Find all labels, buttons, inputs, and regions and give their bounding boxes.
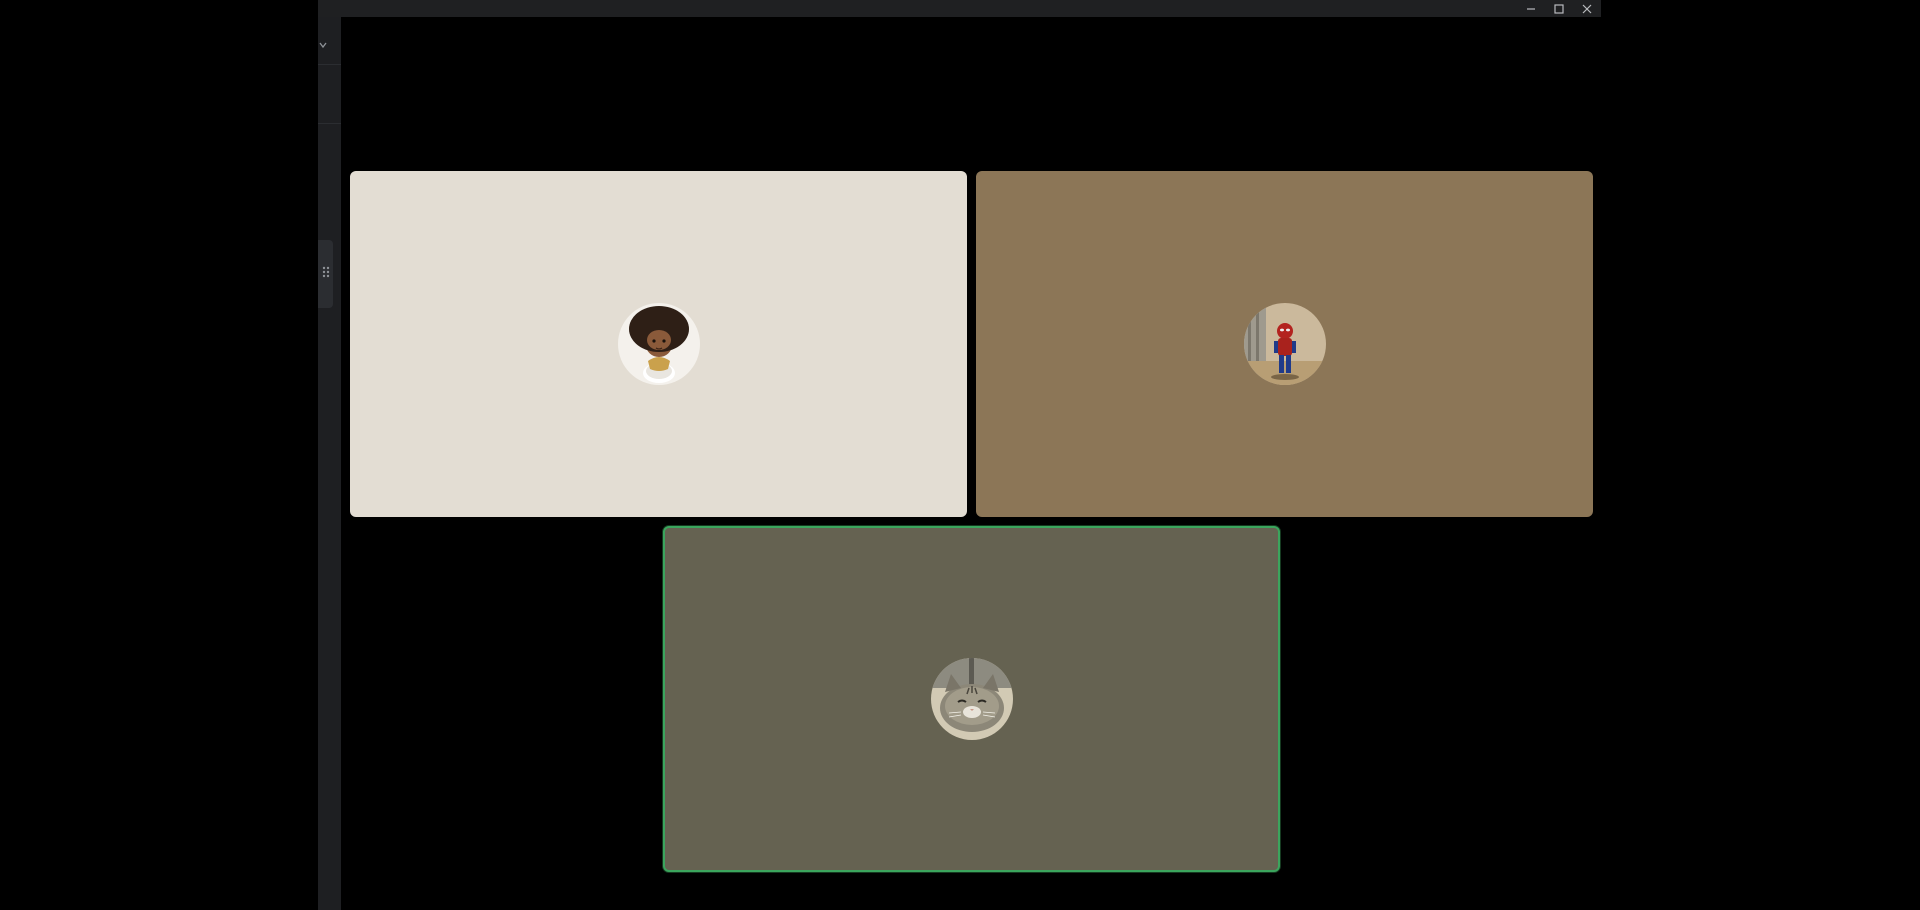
rail-divider [318, 123, 341, 124]
afro-doll-avatar [617, 303, 700, 385]
drag-handle-icon [321, 260, 331, 289]
maximize-icon [1553, 3, 1565, 15]
close-icon [1581, 3, 1593, 15]
cat-avatar [930, 658, 1013, 740]
sidebar-toggle-button[interactable] [318, 240, 333, 308]
spiderman-toy-avatar [1243, 303, 1326, 385]
chevron-down-icon[interactable] [318, 37, 328, 49]
minimize-icon [1525, 3, 1537, 15]
sidebar-rail [318, 17, 341, 910]
rail-divider [318, 64, 341, 65]
participant-tile[interactable] [663, 526, 1280, 872]
maximize-button[interactable] [1545, 0, 1573, 17]
title-bar [318, 0, 1601, 17]
participant-tile[interactable] [350, 171, 967, 517]
window-controls [1517, 0, 1601, 17]
close-button[interactable] [1573, 0, 1601, 17]
participant-tile[interactable] [976, 171, 1593, 517]
minimize-button[interactable] [1517, 0, 1545, 17]
